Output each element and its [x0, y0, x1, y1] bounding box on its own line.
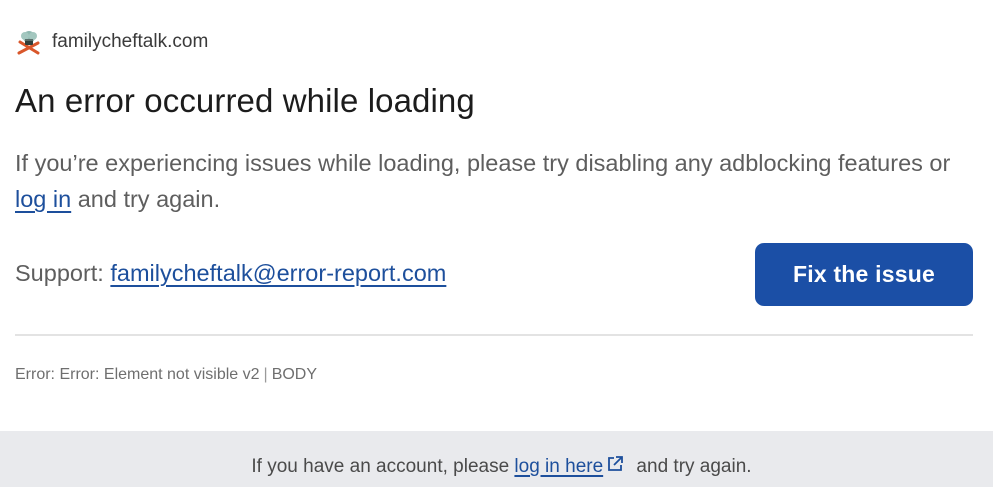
login-link[interactable]: log in: [15, 186, 71, 212]
support-email-link[interactable]: familycheftalk@error-report.com: [110, 260, 446, 286]
error-page: familycheftalk.com An error occurred whi…: [0, 0, 993, 487]
footer-login-link[interactable]: log in here: [514, 456, 631, 477]
page-title: An error occurred while loading: [15, 82, 475, 119]
support-label: Support:: [15, 260, 111, 286]
external-link-icon: [605, 454, 625, 474]
fix-issue-button[interactable]: Fix the issue: [755, 243, 973, 306]
error-separator: |: [263, 366, 268, 383]
chef-logo-icon: [16, 29, 42, 55]
error-message: If you’re experiencing issues while load…: [15, 145, 975, 217]
footer-text-after: and try again.: [631, 456, 752, 477]
footer-text-before: If you have an account, please: [251, 456, 515, 477]
error-element: BODY: [271, 366, 318, 383]
site-header: familycheftalk.com: [16, 28, 208, 56]
footer-login-label: log in here: [514, 456, 604, 477]
divider: [15, 334, 973, 336]
message-text-after: and try again.: [71, 186, 221, 212]
error-details: Error: Error: Element not visible v2 | BOD…: [15, 366, 317, 384]
support-line: Support: familycheftalk@error-report.com: [15, 255, 446, 291]
site-name: familycheftalk.com: [52, 31, 209, 52]
error-text: Error: Error: Element not visible v2: [15, 366, 260, 383]
footer-bar: If you have an account, please log in he…: [0, 431, 993, 487]
message-text-before: If you’re experiencing issues while load…: [15, 150, 951, 176]
footer-text: If you have an account, please log in he…: [241, 454, 751, 478]
